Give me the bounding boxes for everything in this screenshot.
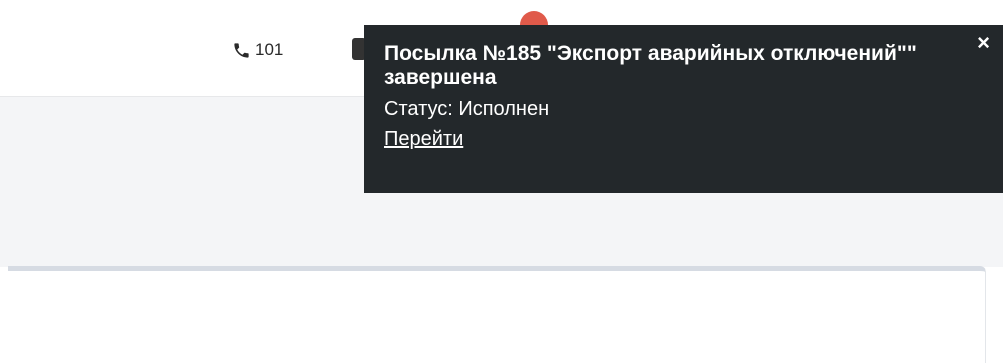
phone-extension[interactable]: 101 <box>232 38 283 62</box>
phone-extension-number: 101 <box>255 40 284 59</box>
notification-title: Посылка №185 "Экспорт аварийных отключен… <box>384 42 917 89</box>
close-icon[interactable]: × <box>977 32 990 54</box>
content-card <box>8 266 986 363</box>
notification-go-link[interactable]: Перейти <box>384 126 463 152</box>
notification-toast: Посылка №185 "Экспорт аварийных отключен… <box>364 25 1003 193</box>
notification-status: Статус: Исполнен <box>384 98 550 120</box>
phone-icon <box>232 41 251 60</box>
